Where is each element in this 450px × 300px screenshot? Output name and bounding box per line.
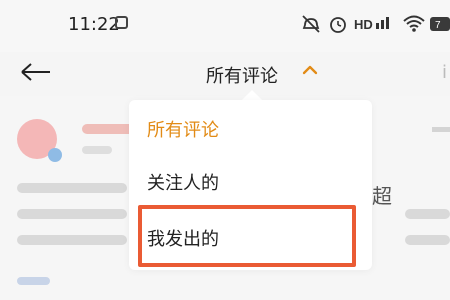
- wifi-icon: [403, 15, 425, 32]
- comment-link[interactable]: [17, 277, 50, 285]
- header-right-text: i: [442, 62, 448, 83]
- comment-text-line: [17, 183, 127, 193]
- status-bar: 11:22 HD 7: [0, 0, 450, 52]
- svg-text:7: 7: [435, 20, 441, 31]
- hd-icon: HD: [354, 17, 389, 32]
- comment-filter-title[interactable]: 所有评论: [206, 62, 278, 88]
- comment-text-line: [405, 235, 450, 245]
- comment-text-line: [17, 235, 127, 245]
- menu-item-sent-by-me[interactable]: 我发出的: [129, 217, 372, 263]
- comment-text-line: [405, 209, 450, 219]
- comment-snippet: 超: [372, 184, 392, 208]
- more-icon[interactable]: [432, 127, 450, 132]
- menu-item-following[interactable]: 关注人的: [129, 161, 372, 207]
- comment-filter-dropdown: 所有评论 关注人的 我发出的: [129, 100, 372, 270]
- back-arrow-icon[interactable]: [18, 60, 54, 84]
- square-outline-icon: [115, 16, 128, 29]
- alarm-icon: [330, 17, 346, 33]
- menu-item-all-comments[interactable]: 所有评论: [129, 108, 372, 154]
- comment-text-line: [17, 209, 127, 219]
- mute-icon: [302, 15, 320, 33]
- status-time: 11:22: [68, 14, 120, 35]
- comment-header: 所有评论 i: [0, 52, 450, 96]
- chevron-up-icon[interactable]: [300, 60, 320, 80]
- svg-text:HD: HD: [354, 17, 373, 32]
- comment-meta: [82, 146, 112, 154]
- battery-icon: 7: [430, 17, 450, 31]
- verified-badge-icon: [48, 148, 62, 162]
